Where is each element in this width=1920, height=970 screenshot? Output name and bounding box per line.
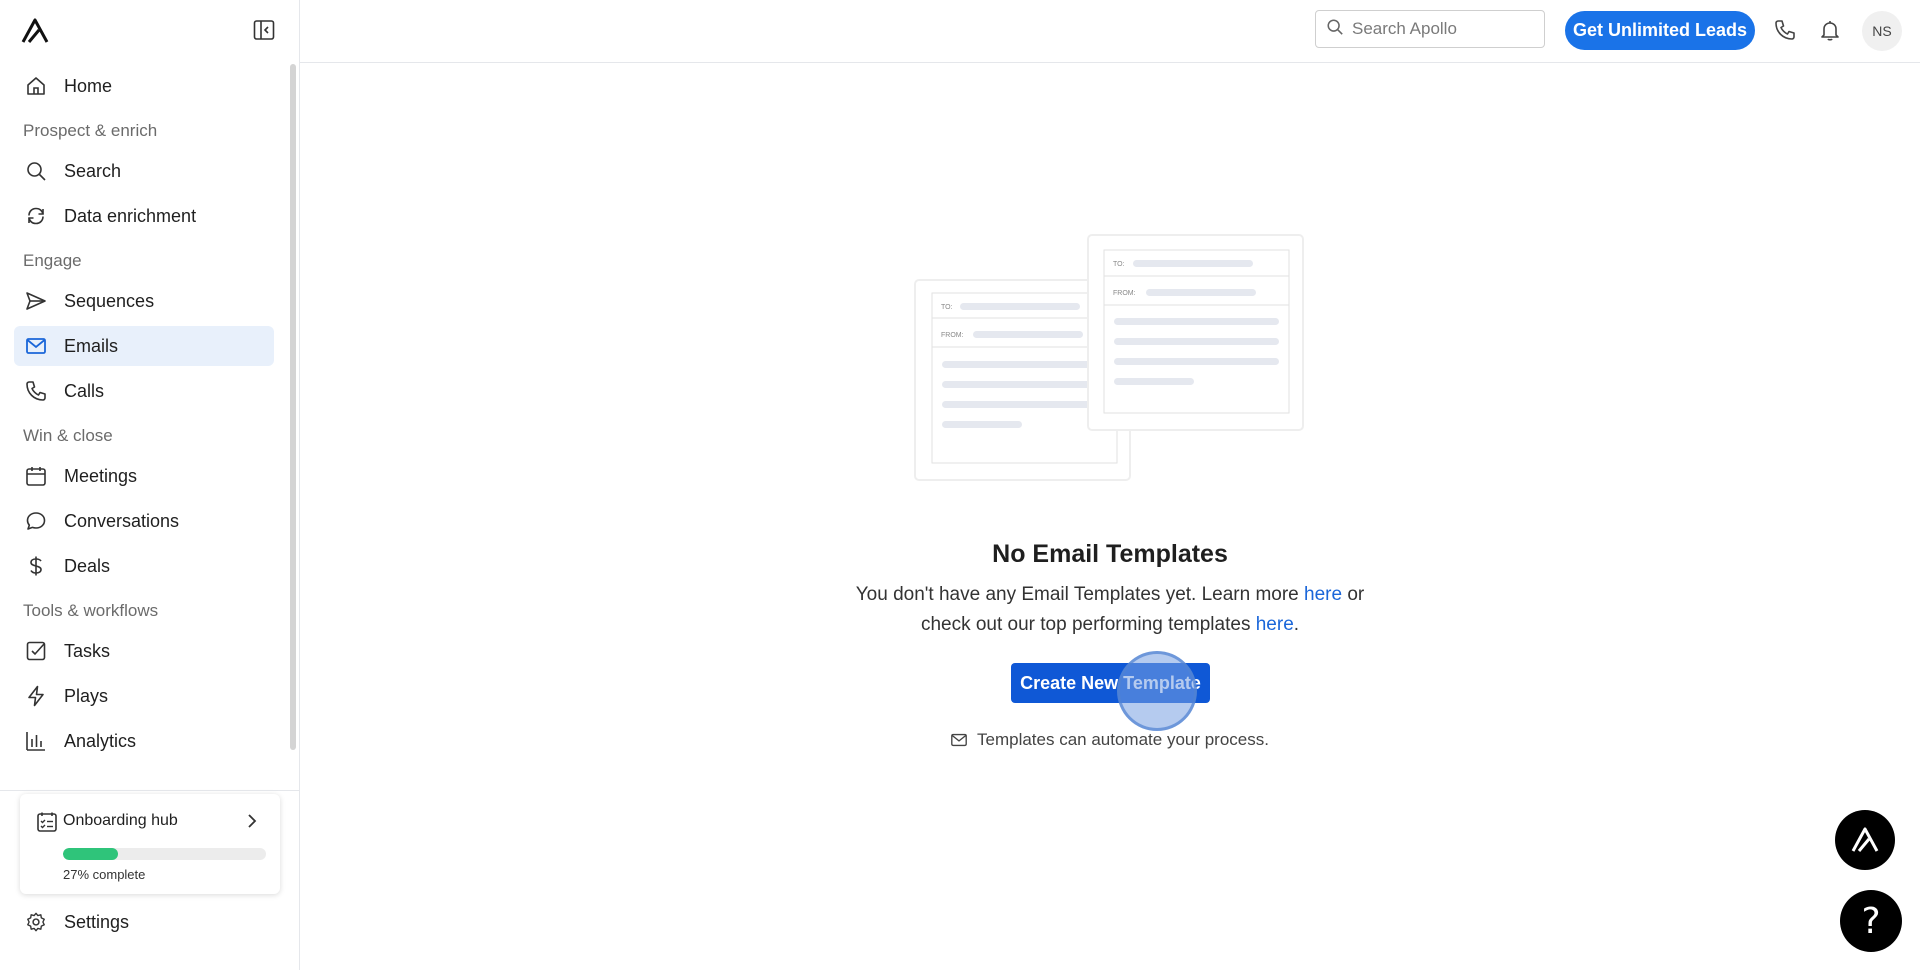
refresh-icon bbox=[24, 204, 48, 228]
onboarding-progress-bar bbox=[63, 848, 266, 860]
search-icon bbox=[24, 159, 48, 183]
mail-icon bbox=[950, 731, 968, 749]
sidebar-item-label: Conversations bbox=[64, 510, 180, 531]
sidebar-item-label: Search bbox=[64, 160, 122, 181]
sidebar-item-label: Deals bbox=[64, 555, 111, 576]
sidebar-item-analytics[interactable]: Analytics bbox=[14, 721, 274, 761]
top-templates-link[interactable]: here bbox=[1256, 614, 1294, 635]
sidebar-item-label: Meetings bbox=[64, 465, 138, 486]
bar-chart-icon bbox=[24, 729, 48, 753]
global-search[interactable] bbox=[1315, 10, 1545, 48]
bolt-icon bbox=[24, 684, 48, 708]
sidebar-item-meetings[interactable]: Meetings bbox=[14, 456, 274, 496]
gear-icon bbox=[24, 910, 48, 934]
phone-icon bbox=[24, 379, 48, 403]
calendar-icon bbox=[24, 464, 48, 488]
empty-state-hint: Templates can automate your process. bbox=[950, 730, 1269, 750]
sidebar-collapse-icon[interactable] bbox=[252, 18, 276, 42]
sidebar-item-tasks[interactable]: Tasks bbox=[14, 631, 274, 671]
illustration-to-label: TO: bbox=[1113, 261, 1125, 268]
onboarding-progress-fill bbox=[63, 848, 118, 860]
topbar: Get Unlimited Leads NS bbox=[300, 0, 1920, 63]
sidebar-item-home[interactable]: Home bbox=[14, 66, 274, 106]
onboarding-hub-card[interactable]: Onboarding hub 27% complete bbox=[20, 794, 280, 894]
phone-icon[interactable] bbox=[1771, 16, 1799, 44]
sidebar-item-label: Sequences bbox=[64, 290, 155, 311]
checkbox-icon bbox=[24, 639, 48, 663]
search-icon bbox=[1326, 18, 1344, 41]
illustration-to-label: TO: bbox=[941, 304, 953, 311]
description-text: You don't have any Email Templates yet. … bbox=[855, 584, 1305, 605]
dollar-icon bbox=[24, 554, 48, 578]
sidebar-section-heading: Win & close bbox=[23, 426, 113, 445]
send-icon bbox=[24, 289, 48, 313]
search-input[interactable] bbox=[1352, 19, 1532, 39]
sidebar-item-label: Plays bbox=[64, 685, 109, 706]
help-button[interactable]: ? bbox=[1840, 890, 1902, 952]
sidebar-item-label: Home bbox=[64, 75, 113, 96]
home-icon bbox=[24, 74, 48, 98]
get-unlimited-leads-button[interactable]: Get Unlimited Leads bbox=[1565, 11, 1755, 50]
checklist-calendar-icon bbox=[36, 811, 58, 833]
sidebar-item-search[interactable]: Search bbox=[14, 151, 274, 191]
sidebar-item-label: Calls bbox=[64, 380, 105, 401]
avatar[interactable]: NS bbox=[1862, 11, 1902, 51]
bell-icon[interactable] bbox=[1816, 16, 1844, 44]
sidebar-nav: Home Prospect & enrich Search Data enrichme… bbox=[14, 66, 274, 766]
sidebar-item-calls[interactable]: Calls bbox=[14, 371, 274, 411]
empty-state-description: You don't have any Email Templates yet. … bbox=[840, 580, 1380, 640]
sidebar-item-label: Data enrichment bbox=[64, 205, 197, 226]
sidebar-item-deals[interactable]: Deals bbox=[14, 546, 274, 586]
empty-state-title: No Email Templates bbox=[992, 540, 1228, 568]
illustration-from-label: FROM: bbox=[1113, 290, 1136, 297]
apollo-logo-icon bbox=[1851, 827, 1879, 852]
sidebar-item-conversations[interactable]: Conversations bbox=[14, 501, 274, 541]
hint-text: Templates can automate your process. bbox=[977, 730, 1269, 749]
sidebar-scrollbar[interactable] bbox=[290, 64, 296, 750]
empty-state-illustration: TO: FROM: TO: FROM: bbox=[914, 234, 1304, 481]
sidebar-section-heading: Engage bbox=[23, 251, 82, 270]
sidebar-item-settings[interactable]: Settings bbox=[24, 910, 129, 934]
onboarding-title: Onboarding hub bbox=[63, 812, 178, 829]
sidebar-item-emails[interactable]: Emails bbox=[14, 326, 274, 366]
apollo-assistant-button[interactable] bbox=[1835, 810, 1895, 870]
create-new-template-button[interactable]: Create New Template bbox=[1011, 663, 1210, 703]
apollo-logo-icon[interactable] bbox=[20, 16, 50, 46]
sidebar-item-plays[interactable]: Plays bbox=[14, 676, 274, 716]
learn-more-link[interactable]: here bbox=[1304, 584, 1342, 605]
sidebar-section-heading: Tools & workflows bbox=[23, 601, 159, 620]
question-mark-icon: ? bbox=[1861, 900, 1881, 942]
sidebar-item-label: Settings bbox=[64, 911, 130, 932]
sidebar-section-heading: Prospect & enrich bbox=[23, 121, 158, 140]
sidebar-item-label: Tasks bbox=[64, 640, 111, 661]
mail-icon bbox=[24, 334, 48, 358]
description-text: . bbox=[1293, 614, 1300, 635]
onboarding-progress-label: 27% complete bbox=[63, 867, 146, 882]
sidebar-item-data-enrichment[interactable]: Data enrichment bbox=[14, 196, 274, 236]
sidebar-item-label: Analytics bbox=[64, 730, 137, 751]
chat-icon bbox=[24, 509, 48, 533]
sidebar: Home Prospect & enrich Search Data enrichme… bbox=[0, 0, 300, 970]
illustration-from-label: FROM: bbox=[941, 332, 964, 339]
sidebar-item-sequences[interactable]: Sequences bbox=[14, 281, 274, 321]
chevron-right-icon[interactable] bbox=[242, 811, 262, 831]
sidebar-item-label: Emails bbox=[64, 335, 119, 356]
divider bbox=[0, 790, 300, 791]
